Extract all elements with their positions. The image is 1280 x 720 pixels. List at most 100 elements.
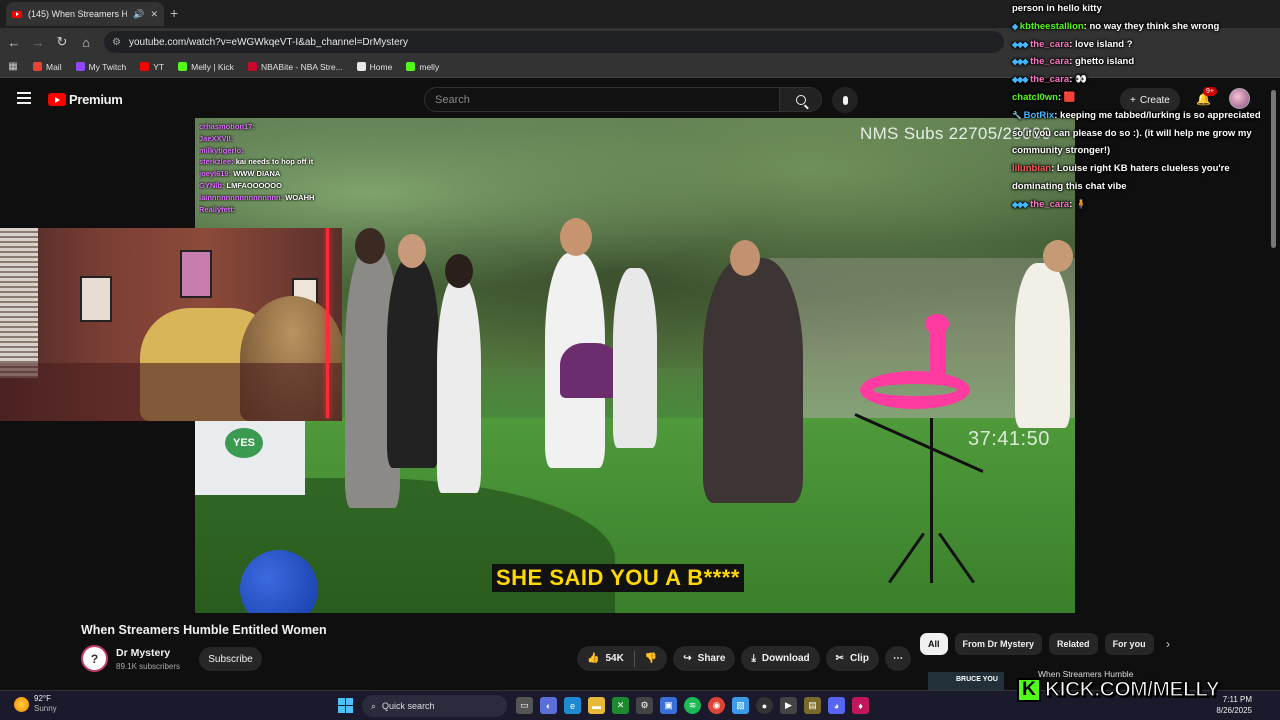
share-button[interactable]: ↪ Share [673, 646, 736, 671]
channel-avatar[interactable]: ? [81, 645, 108, 672]
reload-icon[interactable]: ↻ [50, 30, 74, 54]
bookmark-favicon-icon [140, 62, 150, 71]
taskbar-apps: ▭ ◐ e ▬ ✕ ⚙ ▣ ≋ ◉ ▧ ● ▶ ▤ ◕ ♦ [516, 697, 869, 714]
app-icon[interactable]: ▧ [732, 697, 749, 714]
chat-username[interactable]: the_cara [1030, 74, 1069, 85]
weather-temperature: 92°F [34, 694, 51, 703]
microphone-icon [842, 95, 848, 105]
video-person [437, 278, 481, 493]
youtube-premium-logo[interactable]: Premium [48, 92, 123, 107]
yes-badge: YES [225, 428, 263, 458]
new-tab-plus-icon[interactable]: + [170, 5, 178, 21]
search-input[interactable] [424, 87, 780, 112]
menu-hamburger-icon[interactable] [17, 92, 31, 104]
apps-grid-icon[interactable]: ▦ [0, 61, 26, 72]
youtube-favicon-icon [12, 10, 22, 18]
store-icon[interactable]: ▣ [660, 697, 677, 714]
video-person-head [355, 228, 385, 264]
bookmark-item[interactable]: melly [399, 62, 446, 72]
kick-url-text: KICK.COM/MELLY [1044, 677, 1220, 701]
chat-username[interactable]: BotRix [1024, 110, 1055, 121]
chat-username[interactable]: chatcl0wn [1012, 92, 1058, 103]
bookmark-label: NBABite - NBA Stre... [260, 61, 343, 72]
sun-icon [14, 696, 29, 712]
filter-chip[interactable]: For you [1104, 633, 1154, 655]
chat-message: 🔧 BotRix: keeping me tabbed/lurking is s… [1012, 107, 1274, 160]
bookmark-item[interactable]: Mail [26, 62, 69, 72]
settings-icon[interactable]: ⚙ [636, 697, 653, 714]
like-button[interactable]: 👍 54K [577, 646, 634, 671]
more-actions-button[interactable]: ⋯ [884, 646, 911, 671]
file-explorer-icon[interactable]: ▬ [588, 697, 605, 714]
embedded-chat-message: WOAHH [285, 192, 315, 202]
embedded-chat-line: sterkzlee: kai needs to hop off it [199, 156, 351, 168]
chrome-icon[interactable]: ◉ [708, 697, 725, 714]
embedded-chat-line: joeyl619: WWW DIANA [199, 168, 351, 180]
clip-button[interactable]: ✂ Clip [825, 646, 879, 671]
pin-icon[interactable]: ♦ [852, 697, 869, 714]
dislike-button[interactable]: 👎 [635, 646, 667, 671]
chat-text: : 👀 [1069, 74, 1087, 86]
chat-text: : ghetto island [1069, 56, 1135, 68]
bookmark-item[interactable]: Melly | Kick [171, 62, 241, 72]
home-icon[interactable]: ⌂ [74, 30, 98, 54]
video-person-head [398, 234, 426, 268]
filter-chip[interactable]: Related [1049, 633, 1098, 655]
windows-start-icon[interactable] [338, 698, 353, 713]
recommendation-thumbnail[interactable]: BRUCE YOU [928, 672, 1004, 690]
search-button[interactable] [780, 87, 822, 112]
chat-badge-icon: ◆◆◆ [1012, 39, 1029, 49]
xbox-icon[interactable]: ✕ [612, 697, 629, 714]
task-view-icon[interactable]: ▭ [516, 697, 533, 714]
chat-username[interactable]: lilunbian [1012, 163, 1051, 174]
forward-arrow-icon[interactable]: → [26, 30, 50, 54]
flamingo-float [860, 371, 970, 409]
microphone-stand [930, 418, 933, 583]
video-title: When Streamers Humble Entitled Women [81, 623, 327, 637]
channel-name[interactable]: Dr Mystery [116, 647, 170, 659]
copilot-icon[interactable]: ◐ [540, 697, 557, 714]
close-icon[interactable]: ✕ [150, 9, 158, 20]
filter-chip[interactable]: From Dr Mystery [954, 633, 1043, 655]
subscribe-button[interactable]: Subscribe [199, 647, 262, 671]
chat-text: : 🧍 [1069, 198, 1087, 210]
chat-message: ◆◆◆ the_cara: 🧍 [1012, 196, 1274, 214]
bookmark-item[interactable]: Home [350, 62, 400, 72]
site-settings-icon[interactable]: ⚙ [112, 37, 121, 48]
share-arrow-icon: ↪ [683, 653, 692, 664]
chat-username[interactable]: the_cara [1030, 199, 1069, 210]
spotify-icon[interactable]: ≋ [684, 697, 701, 714]
address-bar[interactable]: ⚙ youtube.com/watch?v=eWGWkqeVT-I&ab_cha… [104, 31, 1004, 53]
edge-icon[interactable]: e [564, 697, 581, 714]
led-strip [326, 228, 329, 418]
bookmark-item[interactable]: NBABite - NBA Stre... [241, 62, 350, 72]
app-icon[interactable]: ▤ [804, 697, 821, 714]
obs-icon[interactable]: ● [756, 697, 773, 714]
tab-youtube[interactable]: (145) When Streamers Humble Entitled Wom… [6, 2, 164, 26]
embedded-chat-user: sterkzlee: [199, 157, 234, 167]
bookmark-item[interactable]: YT [133, 62, 171, 72]
taskbar-search[interactable]: ⌕ Quick search [362, 695, 507, 717]
chat-username[interactable]: the_cara [1030, 39, 1069, 50]
chevron-right-icon[interactable]: › [1166, 637, 1170, 651]
page-scrollbar[interactable] [1271, 90, 1276, 248]
media-icon[interactable]: ▶ [780, 697, 797, 714]
bookmark-item[interactable]: My Twitch [69, 62, 134, 72]
speaker-icon[interactable]: 🔊 [133, 9, 144, 20]
filter-chip[interactable]: All [920, 633, 948, 655]
tab-title: (145) When Streamers Humble Entitled Wom… [28, 9, 128, 19]
weather-widget[interactable]: 92°F Sunny [14, 694, 57, 714]
chat-username[interactable]: kbtheestallion [1020, 21, 1084, 32]
bookmark-favicon-icon [356, 62, 366, 71]
chat-message: ◆◆◆ the_cara: 👀 [1012, 71, 1274, 89]
video-actions: 👍 54K 👎 ↪ Share ⤓ Download ✂ Clip ⋯ [577, 646, 911, 671]
download-button[interactable]: ⤓ Download [741, 646, 820, 671]
discord-icon[interactable]: ◕ [828, 697, 845, 714]
chat-badge-icon: ◆ [1012, 21, 1018, 31]
video-person-head [445, 254, 473, 288]
voice-search-button[interactable] [832, 87, 858, 113]
back-arrow-icon[interactable]: ← [2, 30, 26, 54]
chat-username[interactable]: the_cara [1030, 56, 1069, 67]
embedded-chat-line: JaeXXVII: [199, 133, 351, 145]
search-icon [795, 94, 806, 105]
